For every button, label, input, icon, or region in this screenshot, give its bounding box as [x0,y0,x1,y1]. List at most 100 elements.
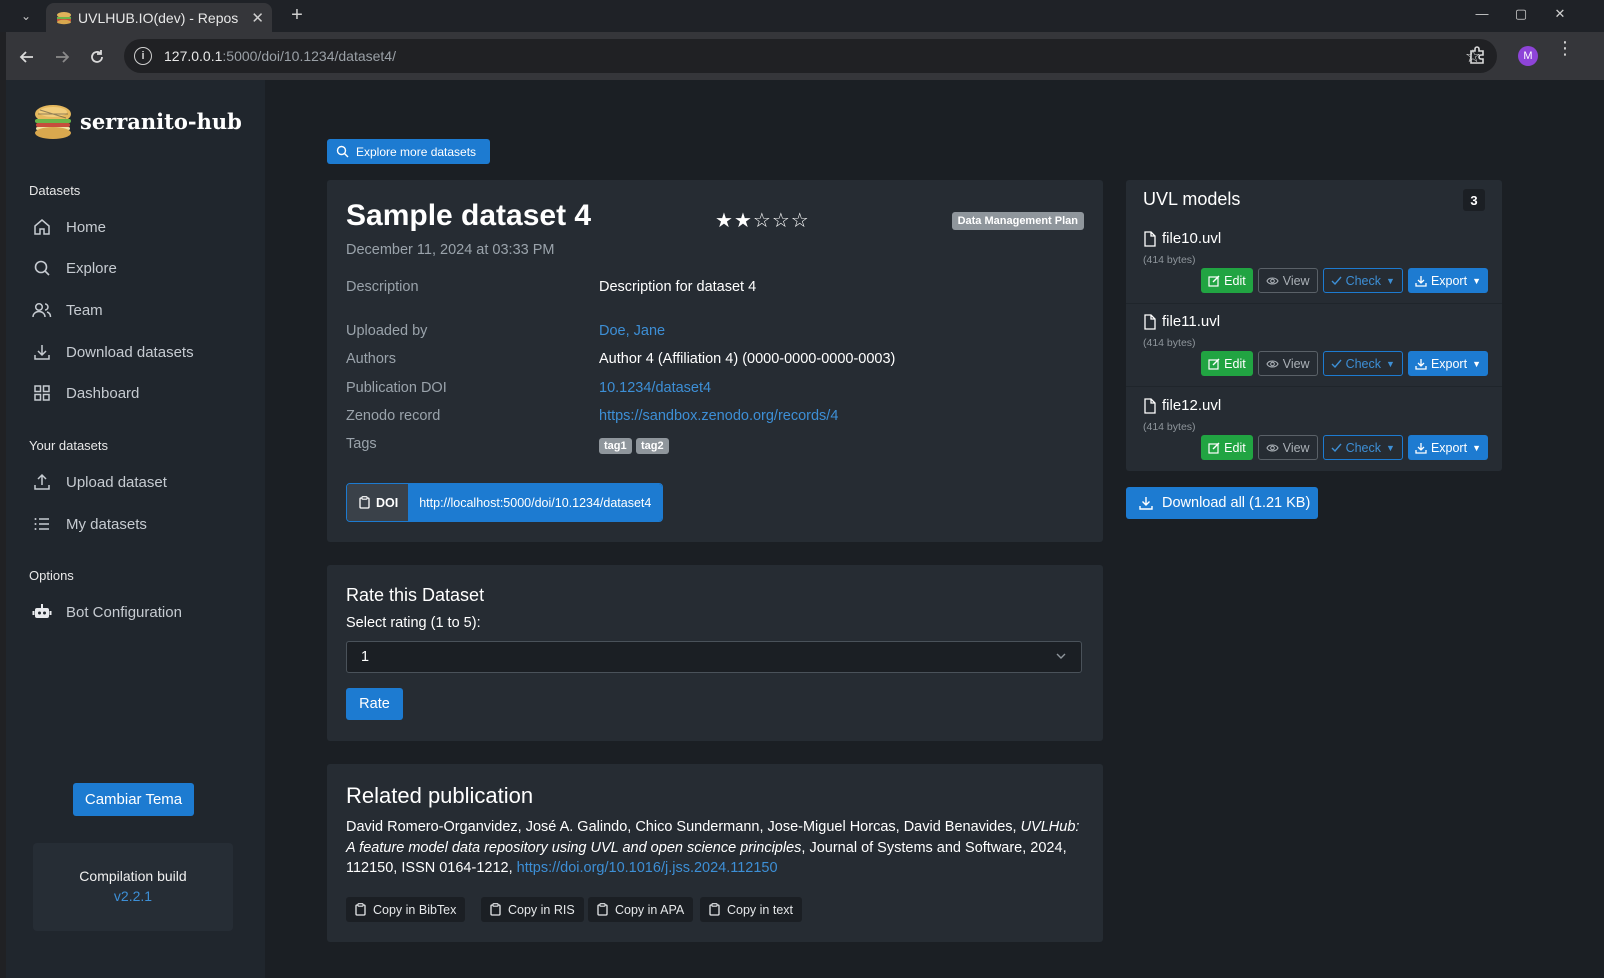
section-header-datasets: Datasets [29,183,81,198]
edit-button[interactable]: Edit [1201,435,1253,460]
robot-icon [32,602,52,622]
doi-url[interactable]: http://localhost:5000/doi/10.1234/datase… [408,484,663,521]
rating-select[interactable]: 1 [346,641,1082,673]
tab-search-chevron-icon[interactable]: ⌄ [16,6,36,26]
citation-doi-link[interactable]: https://doi.org/10.1016/j.jss.2024.11215… [517,860,778,876]
explore-more-datasets-button[interactable]: Explore more datasets [327,139,490,164]
browser-tabbar: ⌄ UVLHUB.IO(dev) - Repos ✕ + — ▢ ✕ [0,0,1604,32]
export-label: Export [1430,273,1468,288]
clipboard-icon [359,496,370,509]
minimize-icon[interactable]: — [1472,6,1492,21]
view-button[interactable]: View [1257,351,1318,376]
browser-tab[interactable]: UVLHUB.IO(dev) - Repos ✕ [46,3,272,32]
edit-icon [1208,275,1220,287]
dataset-date: December 11, 2024 at 03:33 PM [346,242,555,258]
home-icon [32,217,52,237]
doi-copy-button[interactable]: DOI [347,484,409,521]
doi-label: DOI [376,495,399,510]
doi-copy-group[interactable]: DOI http://localhost:5000/doi/10.1234/da… [346,483,664,522]
edit-button[interactable]: Edit [1201,351,1253,376]
sidebar-item-upload-dataset[interactable]: Upload dataset [32,466,252,498]
export-label: Export [1430,356,1468,371]
check-dropdown-button[interactable]: Check ▼ [1322,351,1403,376]
change-theme-button[interactable]: Cambiar Tema [73,783,194,816]
sidebar-item-bot-configuration[interactable]: Bot Configuration [32,596,252,628]
clipboard-icon [709,903,720,916]
sidebar-item-team[interactable]: Team [32,294,252,326]
tags-label: Tags [346,436,377,452]
uploaded-by-link[interactable]: Doe, Jane [599,323,665,339]
sidebar-item-explore[interactable]: Explore [32,252,252,284]
edit-button[interactable]: Edit [1201,268,1253,293]
tab-title: UVLHUB.IO(dev) - Repos [78,9,239,26]
explore-button-label: Explore more datasets [356,144,477,159]
copy-text-button[interactable]: Copy in text [700,897,803,922]
uvl-file-name: file12.uvl [1143,397,1221,414]
star-filled-icon: ★ [733,210,753,232]
copy-bibtex-button[interactable]: Copy in BibTex [346,897,466,922]
sidebar: serranito-hub Datasets Home Explore Team… [6,80,265,978]
uvl-divider [1126,303,1502,304]
view-button[interactable]: View [1257,435,1318,460]
file-icon [1143,230,1157,247]
new-tab-plus-icon[interactable]: + [287,4,307,27]
sidebar-item-home[interactable]: Home [32,211,252,243]
citation-authors: David Romero-Organvidez, José A. Galindo… [346,819,1017,835]
site-info-icon[interactable]: i [134,47,152,65]
uvl-file-name-text: file11.uvl [1162,313,1221,330]
chevron-down-icon: ▼ [1386,275,1395,286]
tab-close-icon[interactable]: ✕ [251,9,264,27]
copy-apa-label: Copy in APA [615,902,685,917]
section-header-options: Options [29,568,74,583]
brand[interactable]: serranito-hub [30,98,242,144]
check-dropdown-button[interactable]: Check ▼ [1322,268,1403,293]
sidebar-item-label: My datasets [66,515,147,533]
check-label: Check [1345,440,1382,455]
extensions-puzzle-icon[interactable] [1467,45,1489,67]
uvl-file-size: (414 bytes) [1143,254,1196,266]
copy-bibtex-label: Copy in BibTex [373,902,457,917]
download-icon [1415,275,1427,287]
download-all-label: Download all (1.21 KB) [1162,495,1311,511]
grid-icon [32,383,52,403]
zenodo-record-link[interactable]: https://sandbox.zenodo.org/records/4 [599,408,838,424]
forward-arrow-icon[interactable] [51,46,73,68]
edit-label: Edit [1224,440,1246,455]
chevron-down-icon [1055,650,1067,662]
sidebar-item-my-datasets[interactable]: My datasets [32,508,252,540]
view-button[interactable]: View [1257,268,1318,293]
copy-apa-button[interactable]: Copy in APA [588,897,694,922]
sidebar-item-dashboard[interactable]: Dashboard [32,377,252,409]
export-dropdown-button[interactable]: Export ▼ [1407,268,1488,293]
data-management-plan-badge: Data Management Plan [951,212,1084,230]
maximize-icon[interactable]: ▢ [1511,6,1531,22]
chevron-down-icon: ▼ [1472,442,1481,453]
rate-select-label: Select rating (1 to 5): [346,615,481,631]
download-icon [1415,358,1427,370]
uvl-file-name-text: file12.uvl [1162,397,1222,414]
sidebar-item-label: Upload dataset [66,473,167,491]
export-dropdown-button[interactable]: Export ▼ [1407,351,1488,376]
browser-menu-icon[interactable]: ⋮ [1556,39,1574,57]
rate-button[interactable]: Rate [346,688,403,720]
back-arrow-icon[interactable] [16,46,38,68]
export-label: Export [1430,440,1468,455]
download-all-button[interactable]: Download all (1.21 KB) [1126,487,1318,519]
check-dropdown-button[interactable]: Check ▼ [1322,435,1403,460]
uvl-file-name: file11.uvl [1143,313,1220,330]
address-bar[interactable]: i 127.0.0.1 :5000/doi/10.1234/dataset4/ … [124,39,1497,73]
chevron-down-icon: ▼ [1472,358,1481,369]
close-window-icon[interactable]: ✕ [1550,6,1570,22]
profile-avatar[interactable]: M [1518,46,1538,66]
edit-icon [1208,358,1220,370]
sidebar-item-download-datasets[interactable]: Download datasets [32,336,252,368]
copy-ris-button[interactable]: Copy in RIS [481,897,584,922]
publication-doi-link[interactable]: 10.1234/dataset4 [599,380,711,396]
build-version-link[interactable]: v2.2.1 [33,888,233,904]
search-icon [32,258,52,278]
star-filled-icon: ★ [715,210,734,232]
uvl-file-name: file10.uvl [1143,230,1221,247]
export-dropdown-button[interactable]: Export ▼ [1407,435,1488,460]
search-icon [336,145,349,158]
reload-icon[interactable] [86,46,108,68]
